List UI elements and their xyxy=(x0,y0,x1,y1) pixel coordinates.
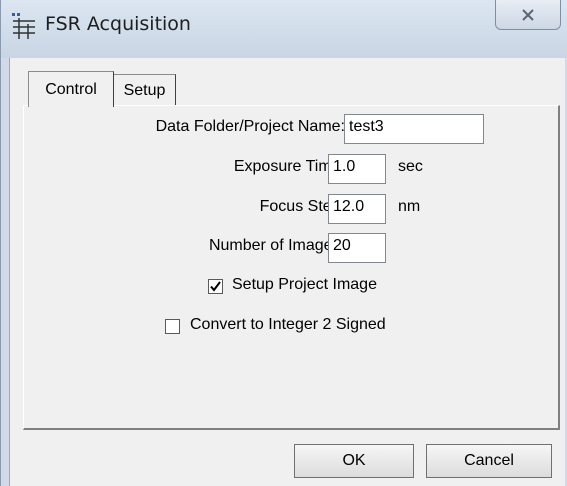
focus-step-input[interactable]: 12.0 xyxy=(328,194,386,224)
cancel-button[interactable]: Cancel xyxy=(426,444,552,478)
close-button[interactable] xyxy=(495,0,561,30)
title-bar[interactable]: FSR Acquisition xyxy=(1,0,567,58)
dialog-window: FSR Acquisition Control Setup Data Folde… xyxy=(0,0,567,486)
number-of-images-label: Number of Images: xyxy=(208,237,345,254)
number-of-images-input[interactable]: 20 xyxy=(328,233,386,263)
tab-panel-control: Data Folder/Project Name: test3 Exposure… xyxy=(23,105,560,430)
exposure-time-unit: sec xyxy=(398,158,423,175)
exposure-time-input[interactable]: 1.0 xyxy=(328,154,386,184)
setup-project-image-checkbox[interactable] xyxy=(208,279,223,294)
data-folder-label: Data Folder/Project Name: xyxy=(155,118,345,135)
convert-integer-label[interactable]: Convert to Integer 2 Signed xyxy=(190,316,386,334)
convert-integer-checkbox[interactable] xyxy=(165,319,180,334)
window-title: FSR Acquisition xyxy=(45,13,191,35)
dialog-client-area: Control Setup Data Folder/Project Name: … xyxy=(9,58,565,486)
setup-project-image-label[interactable]: Setup Project Image xyxy=(232,276,377,294)
fsr-app-icon xyxy=(12,13,35,39)
checkmark-icon xyxy=(210,281,221,292)
tab-control[interactable]: Control xyxy=(28,71,114,107)
close-x-icon xyxy=(522,8,534,21)
tab-setup[interactable]: Setup xyxy=(114,74,176,106)
ok-button[interactable]: OK xyxy=(294,444,414,478)
data-folder-input[interactable]: test3 xyxy=(344,114,484,144)
focus-step-unit: nm xyxy=(398,198,421,215)
